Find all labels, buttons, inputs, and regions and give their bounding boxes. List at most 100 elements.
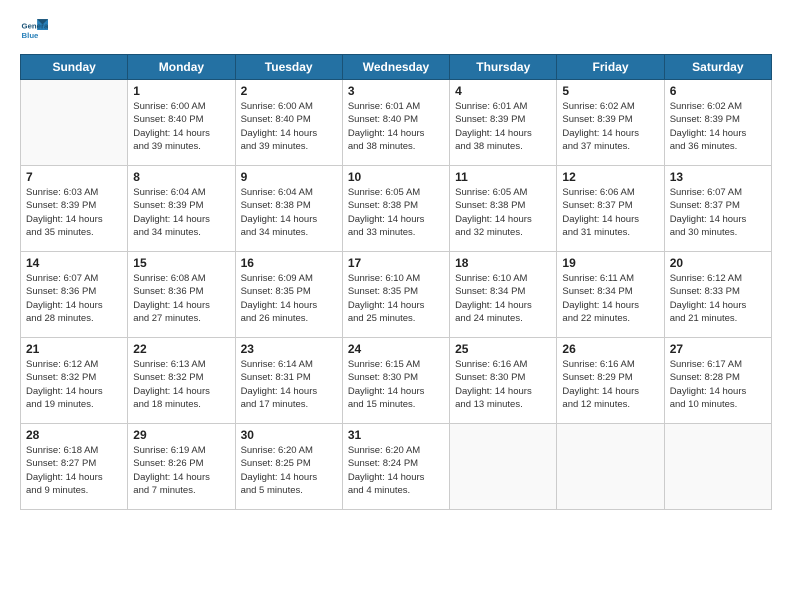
calendar-weekday-header: Sunday [21,55,128,80]
calendar-day-cell: 5 Sunrise: 6:02 AMSunset: 8:39 PMDaylight… [557,80,664,166]
calendar-day-cell: 9 Sunrise: 6:04 AMSunset: 8:38 PMDaylight… [235,166,342,252]
calendar-day-cell: 16Sunrise: 6:09 AMSunset: 8:35 PMDayligh… [235,252,342,338]
day-info: Sunrise: 6:02 AMSunset: 8:39 PMDaylight:… [670,100,766,153]
calendar-table: SundayMondayTuesdayWednesdayThursdayFrid… [20,54,772,510]
day-number: 7 [26,170,122,184]
day-number: 23 [241,342,337,356]
calendar-weekday-header: Saturday [664,55,771,80]
day-info: Sunrise: 6:20 AMSunset: 8:24 PMDaylight:… [348,444,444,497]
calendar-day-cell: 1 Sunrise: 6:00 AMSunset: 8:40 PMDaylight… [128,80,235,166]
calendar-day-cell: 14Sunrise: 6:07 AMSunset: 8:36 PMDayligh… [21,252,128,338]
day-info: Sunrise: 6:19 AMSunset: 8:26 PMDaylight:… [133,444,229,497]
day-info: Sunrise: 6:04 AMSunset: 8:39 PMDaylight:… [133,186,229,239]
day-info: Sunrise: 6:07 AMSunset: 8:37 PMDaylight:… [670,186,766,239]
day-info: Sunrise: 6:07 AMSunset: 8:36 PMDaylight:… [26,272,122,325]
day-info: Sunrise: 6:04 AMSunset: 8:38 PMDaylight:… [241,186,337,239]
calendar-day-cell: 27 Sunrise: 6:17 AMSunset: 8:28 PMDayligh… [664,338,771,424]
day-info: Sunrise: 6:10 AMSunset: 8:35 PMDaylight:… [348,272,444,325]
calendar-day-cell: 10 Sunrise: 6:05 AMSunset: 8:38 PMDayligh… [342,166,449,252]
calendar-day-cell [21,80,128,166]
calendar-day-cell: 29Sunrise: 6:19 AMSunset: 8:26 PMDayligh… [128,424,235,510]
calendar-day-cell: 3 Sunrise: 6:01 AMSunset: 8:40 PMDaylight… [342,80,449,166]
day-number: 4 [455,84,551,98]
day-number: 9 [241,170,337,184]
calendar-day-cell: 31Sunrise: 6:20 AMSunset: 8:24 PMDayligh… [342,424,449,510]
calendar-day-cell: 6 Sunrise: 6:02 AMSunset: 8:39 PMDaylight… [664,80,771,166]
day-number: 1 [133,84,229,98]
calendar-day-cell: 28 Sunrise: 6:18 AMSunset: 8:27 PMDayligh… [21,424,128,510]
day-number: 21 [26,342,122,356]
day-number: 6 [670,84,766,98]
day-info: Sunrise: 6:18 AMSunset: 8:27 PMDaylight:… [26,444,122,497]
day-number: 20 [670,256,766,270]
calendar-day-cell: 13 Sunrise: 6:07 AMSunset: 8:37 PMDayligh… [664,166,771,252]
day-info: Sunrise: 6:11 AMSunset: 8:34 PMDaylight:… [562,272,658,325]
calendar-day-cell: 18 Sunrise: 6:10 AMSunset: 8:34 PMDayligh… [450,252,557,338]
svg-text:Blue: Blue [22,31,40,40]
day-info: Sunrise: 6:05 AMSunset: 8:38 PMDaylight:… [455,186,551,239]
day-info: Sunrise: 6:08 AMSunset: 8:36 PMDaylight:… [133,272,229,325]
day-number: 10 [348,170,444,184]
day-number: 2 [241,84,337,98]
calendar-week-row: 1 Sunrise: 6:00 AMSunset: 8:40 PMDaylight… [21,80,772,166]
day-number: 24 [348,342,444,356]
day-info: Sunrise: 6:12 AMSunset: 8:33 PMDaylight:… [670,272,766,325]
calendar-day-cell: 7 Sunrise: 6:03 AMSunset: 8:39 PMDaylight… [21,166,128,252]
calendar-day-cell: 30 Sunrise: 6:20 AMSunset: 8:25 PMDayligh… [235,424,342,510]
calendar-day-cell: 15 Sunrise: 6:08 AMSunset: 8:36 PMDayligh… [128,252,235,338]
calendar-week-row: 28 Sunrise: 6:18 AMSunset: 8:27 PMDayligh… [21,424,772,510]
day-info: Sunrise: 6:01 AMSunset: 8:40 PMDaylight:… [348,100,444,153]
calendar-weekday-header: Friday [557,55,664,80]
logo: General Blue [20,16,48,44]
day-number: 22 [133,342,229,356]
calendar-week-row: 7 Sunrise: 6:03 AMSunset: 8:39 PMDaylight… [21,166,772,252]
day-number: 28 [26,428,122,442]
day-info: Sunrise: 6:17 AMSunset: 8:28 PMDaylight:… [670,358,766,411]
day-info: Sunrise: 6:15 AMSunset: 8:30 PMDaylight:… [348,358,444,411]
day-number: 19 [562,256,658,270]
day-number: 30 [241,428,337,442]
day-number: 8 [133,170,229,184]
day-number: 5 [562,84,658,98]
day-info: Sunrise: 6:01 AMSunset: 8:39 PMDaylight:… [455,100,551,153]
day-info: Sunrise: 6:00 AMSunset: 8:40 PMDaylight:… [133,100,229,153]
day-info: Sunrise: 6:06 AMSunset: 8:37 PMDaylight:… [562,186,658,239]
day-info: Sunrise: 6:10 AMSunset: 8:34 PMDaylight:… [455,272,551,325]
calendar-day-cell: 11 Sunrise: 6:05 AMSunset: 8:38 PMDayligh… [450,166,557,252]
calendar-day-cell: 23 Sunrise: 6:14 AMSunset: 8:31 PMDayligh… [235,338,342,424]
day-info: Sunrise: 6:16 AMSunset: 8:29 PMDaylight:… [562,358,658,411]
day-number: 27 [670,342,766,356]
calendar-day-cell: 20 Sunrise: 6:12 AMSunset: 8:33 PMDayligh… [664,252,771,338]
page: General Blue SundayMondayTuesdayWednesda… [0,0,792,612]
day-number: 13 [670,170,766,184]
calendar-day-cell: 24 Sunrise: 6:15 AMSunset: 8:30 PMDayligh… [342,338,449,424]
day-number: 3 [348,84,444,98]
calendar-day-cell [450,424,557,510]
calendar-weekday-header: Tuesday [235,55,342,80]
calendar-day-cell: 17Sunrise: 6:10 AMSunset: 8:35 PMDayligh… [342,252,449,338]
calendar-day-cell [664,424,771,510]
day-number: 15 [133,256,229,270]
day-info: Sunrise: 6:20 AMSunset: 8:25 PMDaylight:… [241,444,337,497]
day-info: Sunrise: 6:00 AMSunset: 8:40 PMDaylight:… [241,100,337,153]
day-info: Sunrise: 6:05 AMSunset: 8:38 PMDaylight:… [348,186,444,239]
day-info: Sunrise: 6:13 AMSunset: 8:32 PMDaylight:… [133,358,229,411]
calendar-day-cell: 12 Sunrise: 6:06 AMSunset: 8:37 PMDayligh… [557,166,664,252]
day-number: 12 [562,170,658,184]
calendar-weekday-header: Wednesday [342,55,449,80]
calendar-weekday-header: Monday [128,55,235,80]
logo-icon: General Blue [20,16,48,44]
calendar-day-cell: 22 Sunrise: 6:13 AMSunset: 8:32 PMDayligh… [128,338,235,424]
day-info: Sunrise: 6:16 AMSunset: 8:30 PMDaylight:… [455,358,551,411]
day-info: Sunrise: 6:02 AMSunset: 8:39 PMDaylight:… [562,100,658,153]
day-number: 25 [455,342,551,356]
calendar-day-cell: 4 Sunrise: 6:01 AMSunset: 8:39 PMDaylight… [450,80,557,166]
calendar-week-row: 21Sunrise: 6:12 AMSunset: 8:32 PMDayligh… [21,338,772,424]
day-info: Sunrise: 6:14 AMSunset: 8:31 PMDaylight:… [241,358,337,411]
day-number: 11 [455,170,551,184]
day-number: 18 [455,256,551,270]
svg-text:General: General [22,21,48,30]
calendar-weekday-header: Thursday [450,55,557,80]
day-number: 26 [562,342,658,356]
day-info: Sunrise: 6:03 AMSunset: 8:39 PMDaylight:… [26,186,122,239]
